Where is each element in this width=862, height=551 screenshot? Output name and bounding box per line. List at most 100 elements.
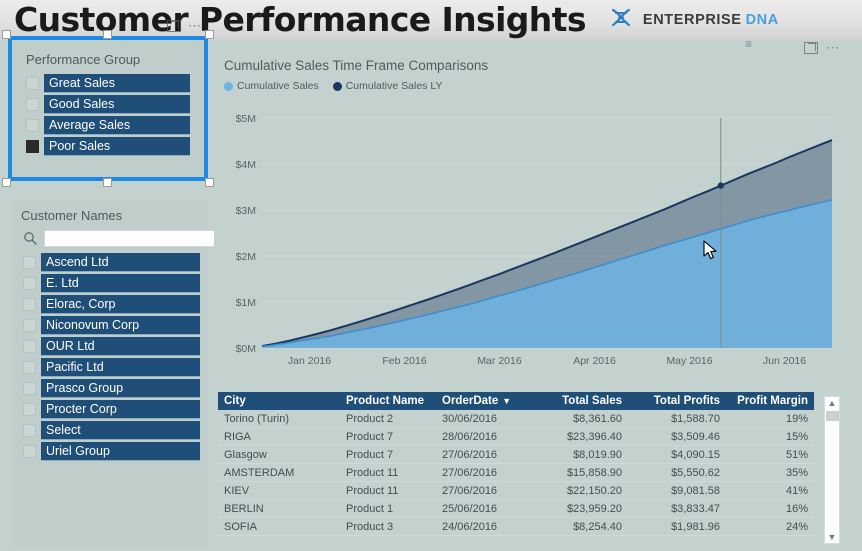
- legend-item-cumulative-sales-ly[interactable]: Cumulative Sales LY: [332, 80, 443, 92]
- customer-search-input[interactable]: [44, 230, 223, 247]
- checkbox-great-sales[interactable]: [26, 77, 39, 90]
- customer-names-slicer[interactable]: Customer Names Ascend Ltd E. Ltd Elorac,…: [13, 200, 223, 548]
- checkbox-customer[interactable]: [23, 277, 36, 290]
- more-options-icon[interactable]: ⋯: [826, 41, 840, 54]
- legend-label: Cumulative Sales LY: [345, 80, 443, 92]
- table-row[interactable]: SOFIA Product 3 24/06/2016 $8,254.40 $1,981.…: [218, 517, 814, 536]
- resize-handle-top-left[interactable]: [2, 30, 11, 39]
- column-header-city[interactable]: City: [218, 392, 340, 410]
- data-table: City Product Name OrderDate ▼ Total Sales…: [218, 392, 814, 536]
- drag-handle-icon[interactable]: ≡: [745, 38, 752, 50]
- chart-legend: Cumulative Sales Cumulative Sales LY: [224, 80, 848, 92]
- table-row[interactable]: Torino (Turin) Product 2 30/06/2016 $8,361.…: [218, 410, 814, 428]
- list-item[interactable]: Elorac, Corp: [23, 295, 200, 314]
- table-scrollbar[interactable]: ▲ ▼: [824, 396, 840, 544]
- list-item[interactable]: Uriel Group: [23, 442, 200, 461]
- svg-text:Apr 2016: Apr 2016: [573, 355, 616, 367]
- resize-handle-top-center[interactable]: [103, 30, 112, 39]
- slicer-item-poor-sales[interactable]: Poor Sales: [26, 137, 190, 156]
- slicer-item-label: Average Sales: [44, 116, 190, 135]
- table-cell: $9,081.58: [628, 481, 726, 500]
- column-header-total-sales[interactable]: Total Sales: [532, 392, 628, 410]
- table-cell: RIGA: [218, 427, 340, 446]
- svg-text:Jun 2016: Jun 2016: [763, 355, 806, 367]
- page-title: Customer Performance Insights: [14, 0, 587, 39]
- table-cell: $8,254.40: [532, 517, 628, 536]
- table-row[interactable]: KIEV Product 11 27/06/2016 $22,150.20 $9,081…: [218, 481, 814, 500]
- list-item-label: Elorac, Corp: [41, 295, 200, 314]
- chart-plot-area[interactable]: $0M $1M $2M $3M $4M $5M Jan 2016 Feb 2016 Mar 20…: [214, 110, 848, 388]
- column-header-profit-margin[interactable]: Profit Margin: [726, 392, 814, 410]
- focus-mode-icon[interactable]: [804, 42, 818, 54]
- legend-item-cumulative-sales[interactable]: Cumulative Sales: [224, 80, 319, 92]
- scroll-down-icon[interactable]: ▼: [828, 531, 837, 543]
- customer-slicer-title: Customer Names: [21, 208, 123, 223]
- list-item-label: Procter Corp: [41, 400, 200, 419]
- resize-handle-bottom-right[interactable]: [205, 178, 214, 187]
- checkbox-customer[interactable]: [23, 340, 36, 353]
- slicer-selection-border: Performance Group Great Sales Good Sales…: [8, 36, 208, 181]
- column-header-total-profits[interactable]: Total Profits: [628, 392, 726, 410]
- column-header-product-name[interactable]: Product Name: [340, 392, 436, 410]
- checkbox-average-sales[interactable]: [26, 119, 39, 132]
- table-cell: $15,858.90: [532, 463, 628, 482]
- column-header-orderdate[interactable]: OrderDate ▼: [436, 392, 532, 410]
- report-page: Customer Performance Insights ENTERPRISE…: [0, 0, 862, 551]
- resize-handle-top-right[interactable]: [205, 30, 214, 39]
- table-row[interactable]: Glasgow Product 7 27/06/2016 $8,019.90 $4,09…: [218, 445, 814, 464]
- list-item[interactable]: Select: [23, 421, 200, 440]
- list-item[interactable]: OUR Ltd: [23, 337, 200, 356]
- slicer-item-average-sales[interactable]: Average Sales: [26, 116, 190, 135]
- table-row[interactable]: AMSTERDAM Product 11 27/06/2016 $15,858.90 $…: [218, 463, 814, 482]
- list-item[interactable]: Prasco Group: [23, 379, 200, 398]
- performance-group-slicer[interactable]: ⋯ Performance Group Great Sales Good Sal…: [2, 19, 214, 187]
- checkbox-customer[interactable]: [23, 445, 36, 458]
- chart-svg: $0M $1M $2M $3M $4M $5M Jan 2016 Feb 2016 Mar 20…: [236, 113, 833, 367]
- list-item[interactable]: Pacific Ltd: [23, 358, 200, 377]
- checkbox-good-sales[interactable]: [26, 98, 39, 111]
- cumulative-sales-chart[interactable]: ≡ ⋯ Cumulative Sales Time Frame Comparis…: [214, 38, 848, 388]
- scrollbar-thumb[interactable]: [826, 411, 839, 421]
- focus-mode-icon[interactable]: [167, 20, 181, 32]
- customer-search-row[interactable]: [23, 230, 223, 247]
- slicer-item-good-sales[interactable]: Good Sales: [26, 95, 190, 114]
- checkbox-poor-sales[interactable]: [26, 140, 39, 153]
- legend-color-swatch: [332, 81, 342, 91]
- table-cell: Torino (Turin): [218, 410, 340, 428]
- legend-label: Cumulative Sales: [237, 80, 319, 92]
- mouse-cursor: [703, 240, 719, 267]
- checkbox-customer[interactable]: [23, 298, 36, 311]
- table-cell: $4,090.15: [628, 445, 726, 464]
- table-row[interactable]: BERLIN Product 1 25/06/2016 $23,959.20 $3,83…: [218, 499, 814, 518]
- svg-text:May 2016: May 2016: [666, 355, 712, 367]
- table-cell: Product 2: [340, 410, 436, 428]
- checkbox-customer[interactable]: [23, 424, 36, 437]
- resize-handle-bottom-center[interactable]: [103, 178, 112, 187]
- checkbox-customer[interactable]: [23, 361, 36, 374]
- checkbox-customer[interactable]: [23, 256, 36, 269]
- sales-detail-table[interactable]: City Product Name OrderDate ▼ Total Sales…: [214, 392, 848, 551]
- scroll-up-icon[interactable]: ▲: [828, 397, 837, 409]
- table-cell: BERLIN: [218, 499, 340, 518]
- table-row[interactable]: RIGA Product 7 28/06/2016 $23,396.40 $3,509.…: [218, 427, 814, 446]
- checkbox-customer[interactable]: [23, 382, 36, 395]
- checkbox-customer[interactable]: [23, 319, 36, 332]
- more-options-icon[interactable]: ⋯: [188, 19, 202, 32]
- list-item-label: Select: [41, 421, 200, 440]
- table-cell: Product 3: [340, 517, 436, 536]
- table-cell: $23,959.20: [532, 499, 628, 518]
- resize-handle-bottom-left[interactable]: [2, 178, 11, 187]
- list-item[interactable]: Niconovum Corp: [23, 316, 200, 335]
- list-item[interactable]: Ascend Ltd: [23, 253, 200, 272]
- table-header-row: City Product Name OrderDate ▼ Total Sales…: [218, 392, 814, 410]
- slicer-item-great-sales[interactable]: Great Sales: [26, 74, 190, 93]
- checkbox-customer[interactable]: [23, 403, 36, 416]
- table-cell: 51%: [726, 445, 814, 464]
- table-cell: $23,396.40: [532, 427, 628, 446]
- list-item[interactable]: Procter Corp: [23, 400, 200, 419]
- table-cell: $8,019.90: [532, 445, 628, 464]
- table-cell: Product 7: [340, 445, 436, 464]
- list-item-label: Prasco Group: [41, 379, 200, 398]
- legend-color-swatch: [224, 81, 233, 91]
- list-item[interactable]: E. Ltd: [23, 274, 200, 293]
